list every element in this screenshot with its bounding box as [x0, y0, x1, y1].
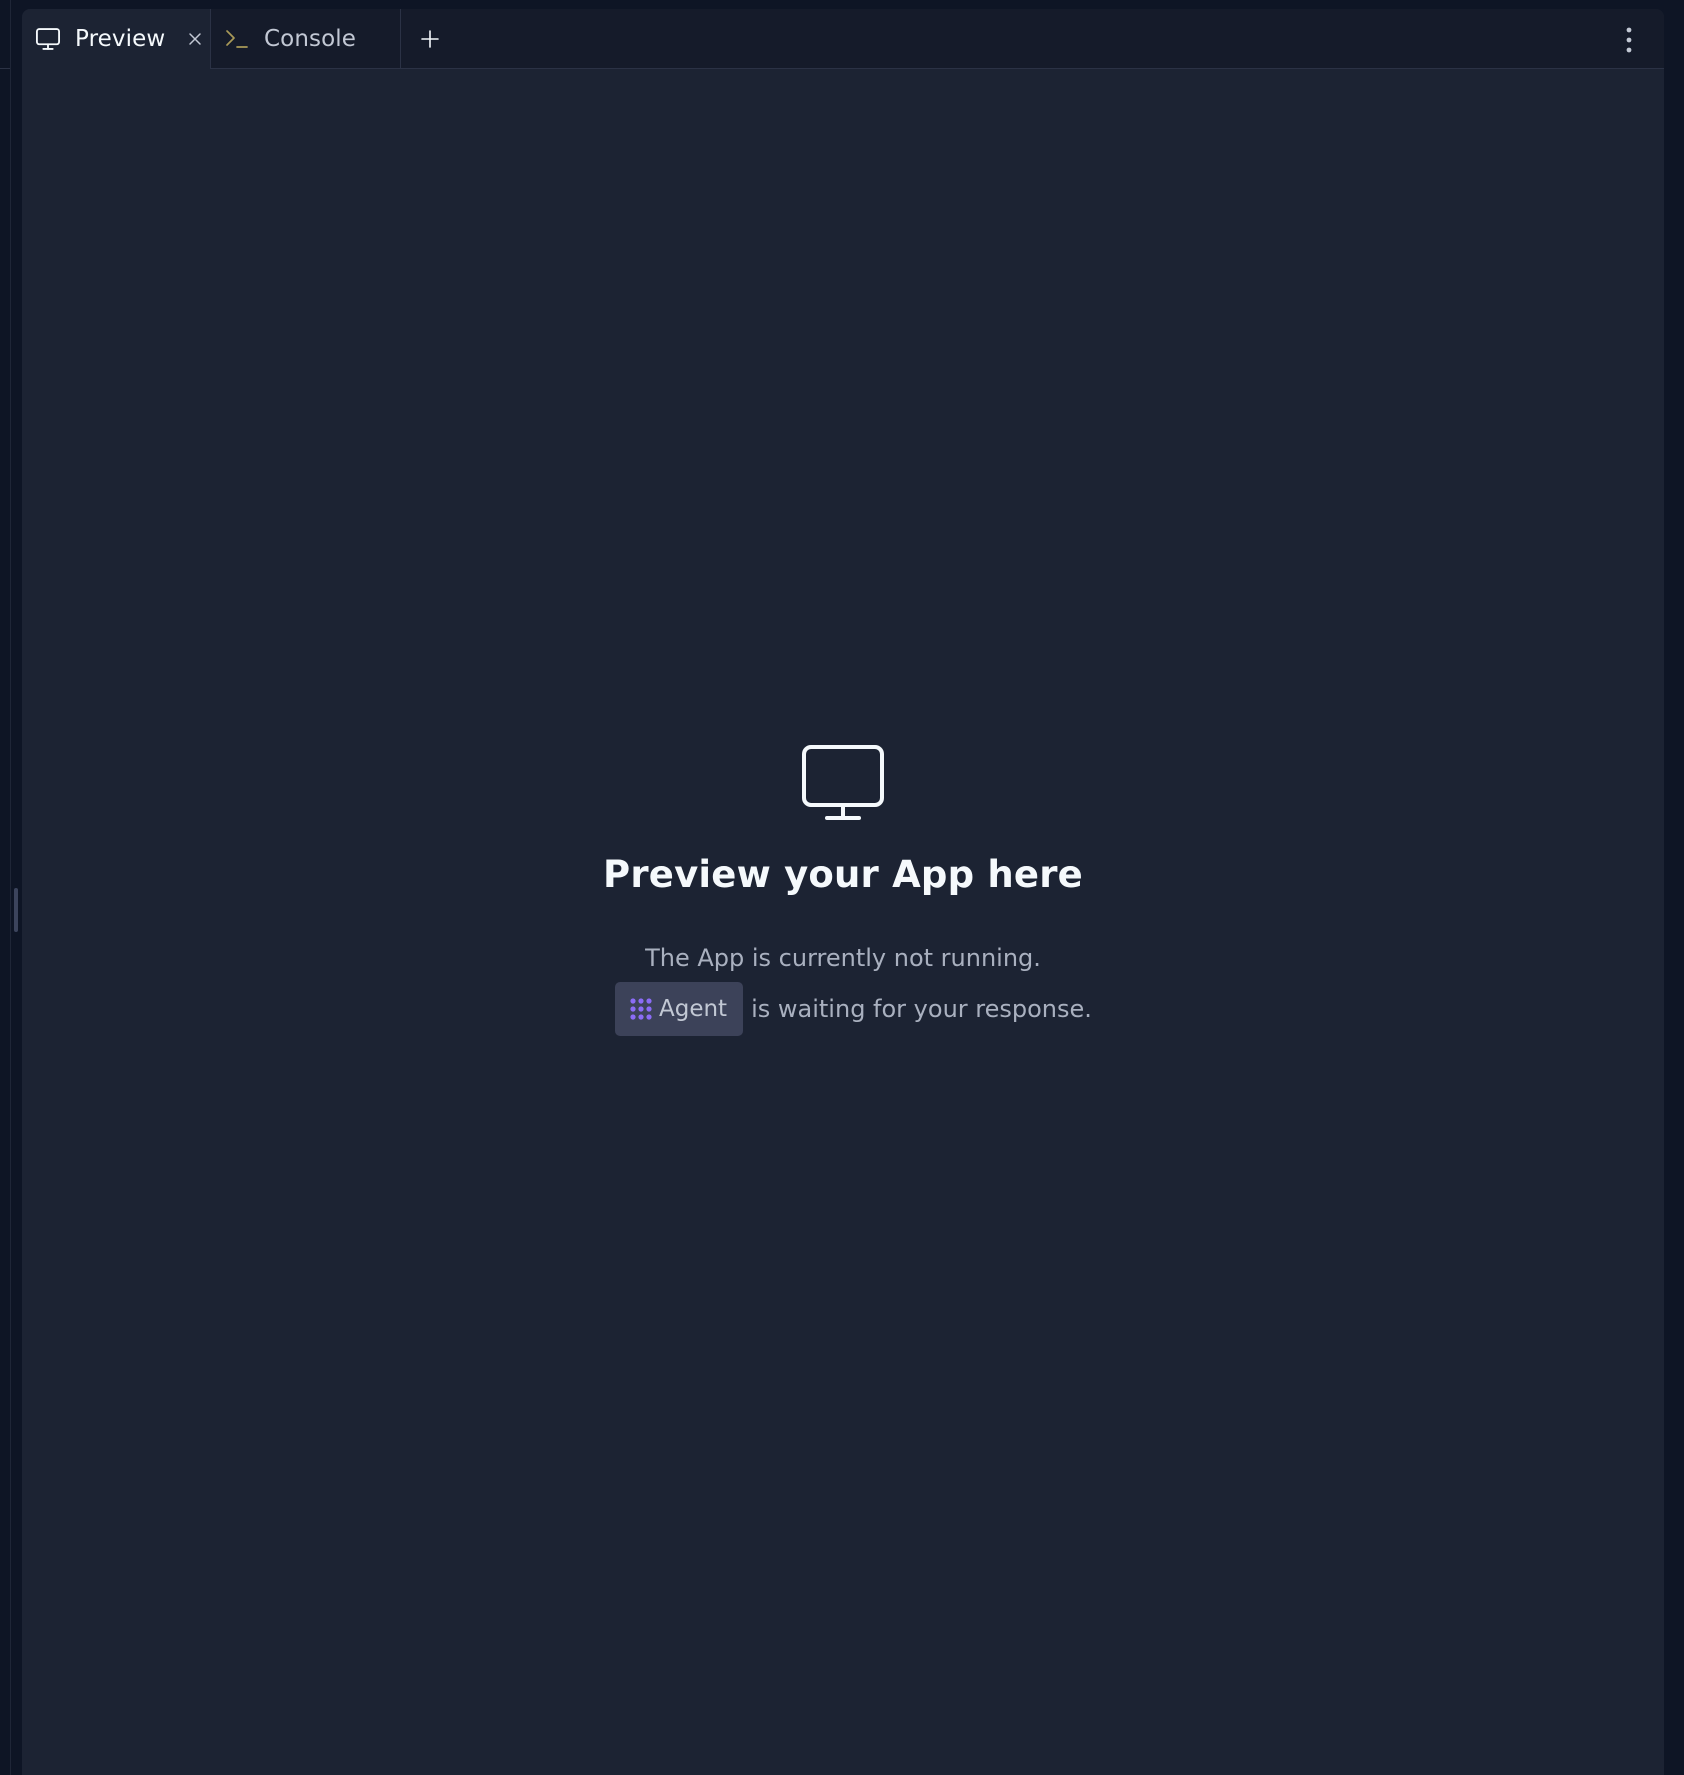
left-panel-edge — [0, 0, 11, 1775]
left-panel-separator — [0, 68, 10, 69]
plus-icon — [420, 29, 440, 49]
terminal-prompt-icon — [224, 27, 250, 51]
agent-label: Agent — [659, 996, 728, 1022]
tab-preview-label: Preview — [75, 26, 166, 52]
tab-preview[interactable]: Preview — [22, 9, 211, 69]
monitor-icon — [34, 25, 62, 53]
vertical-ellipsis-icon — [1626, 27, 1632, 53]
tab-console[interactable]: Console — [211, 9, 401, 69]
panel-resize-handle[interactable] — [14, 888, 18, 932]
agent-status-line: Agent is waiting for your response. — [615, 982, 1092, 1036]
agent-dots-icon — [630, 998, 652, 1020]
preview-pane: Preview Console Preview your App here Th… — [22, 9, 1664, 1775]
empty-state-message: The App is currently not running. — [645, 944, 1041, 972]
agent-button[interactable]: Agent — [615, 982, 744, 1036]
add-tab-button[interactable] — [417, 26, 443, 52]
close-icon[interactable] — [183, 27, 207, 51]
empty-state-title: Preview your App here — [603, 853, 1083, 896]
pane-menu-button[interactable] — [1621, 25, 1637, 55]
monitor-icon — [802, 745, 884, 821]
tab-console-label: Console — [264, 26, 357, 52]
agent-status-text: is waiting for your response. — [751, 995, 1092, 1023]
tab-bar: Preview Console — [22, 9, 1664, 69]
